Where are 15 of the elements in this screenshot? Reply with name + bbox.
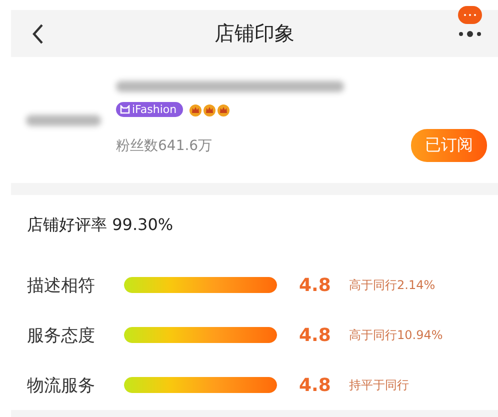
positive-rate: 店铺好评率 99.30%: [27, 215, 174, 236]
ifashion-badge: iFashion: [116, 102, 183, 117]
rating-label: 服务态度: [27, 324, 96, 346]
peer-comparison: 高于同行10.94%: [349, 326, 443, 344]
peer-comparison: 高于同行2.14%: [349, 276, 436, 294]
fan-count: 粉丝数641.6万: [116, 136, 212, 154]
rating-score: 4.8: [299, 274, 332, 296]
rating-label: 物流服务: [27, 374, 96, 396]
peer-comparison: 持平于同行: [349, 376, 409, 394]
rating-label: 描述相符: [27, 274, 96, 296]
subscribe-button[interactable]: 已订阅: [411, 129, 487, 162]
rating-score: 4.8: [299, 374, 332, 396]
page-title: 店铺印象: [214, 20, 296, 47]
rating-score: 4.8: [299, 324, 332, 346]
back-icon[interactable]: [31, 22, 45, 44]
